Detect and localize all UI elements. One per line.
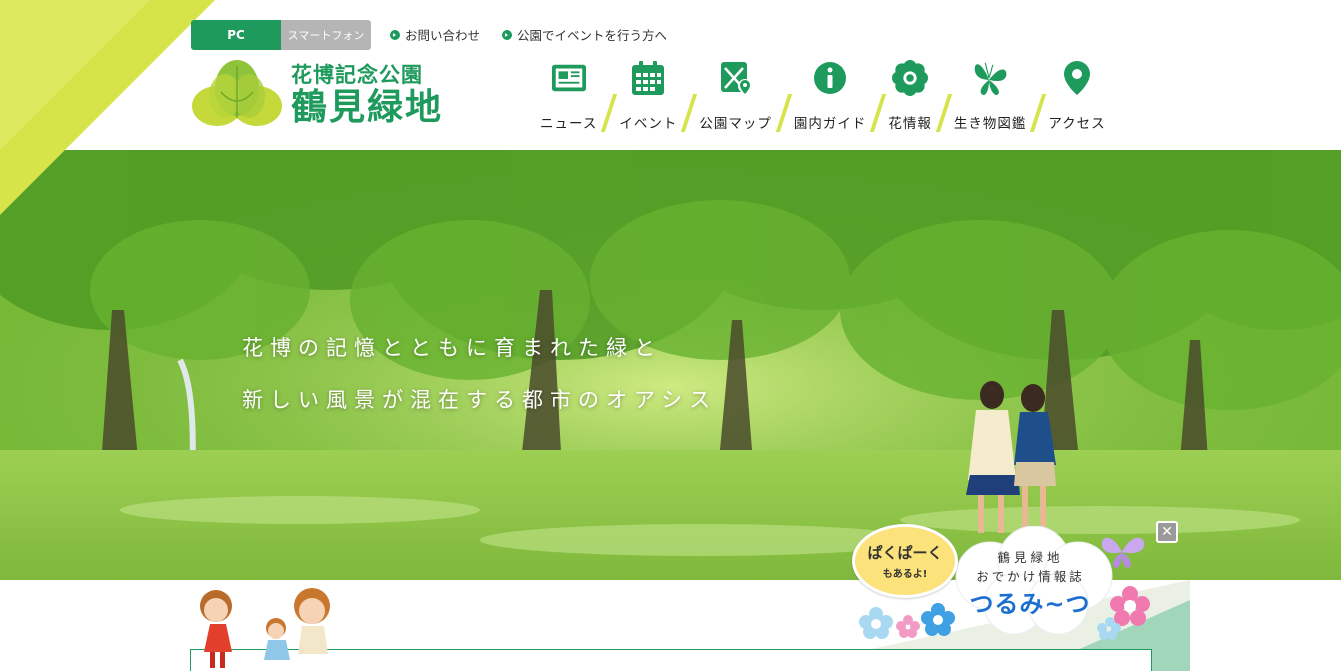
pc-toggle-button[interactable]: PC <box>191 20 281 50</box>
flower-icon <box>892 60 929 96</box>
nav-news-label: ニュース <box>540 116 598 132</box>
smartphone-toggle-button[interactable]: スマートフォン <box>281 20 371 50</box>
nav-separator <box>685 94 691 132</box>
nav-news[interactable]: ニュース <box>540 60 597 132</box>
newspaper-icon <box>551 60 587 96</box>
nav-access[interactable]: アクセス <box>1048 60 1105 132</box>
device-toggle: PC スマートフォン <box>191 20 371 50</box>
nav-flower[interactable]: 花情報 <box>888 60 932 132</box>
page: PC スマートフォン お問い合わせ 公園でイベントを行う方へ 花博記念公園 鶴見… <box>0 0 1341 671</box>
contact-link[interactable]: お問い合わせ <box>390 25 480 44</box>
logo-title: 鶴見緑地 <box>291 85 444 128</box>
event-organizer-link[interactable]: 公園でイベントを行う方へ <box>502 25 667 44</box>
promo-title-line1: 鶴見緑地 <box>997 550 1064 565</box>
nav-event[interactable]: イベント <box>619 60 677 132</box>
pink-flower-decoration-icon <box>1097 586 1150 640</box>
contact-link-label: お問い合わせ <box>405 28 481 43</box>
location-pin-icon <box>1059 60 1095 96</box>
promo-title-line2: おでかけ情報誌 <box>976 569 1085 584</box>
info-icon <box>812 60 848 96</box>
hero-caption-line1: 花博の記憶とともに育まれた緑と <box>242 336 662 360</box>
flower-decoration-icon <box>859 603 955 639</box>
family-illustration <box>200 588 330 668</box>
nav-separator <box>605 94 611 132</box>
promo-speech-bubble: ぱくぱーく もあるよ! <box>852 524 958 598</box>
promo-bubble-title: ぱくぱーく <box>867 544 943 562</box>
global-nav: ニュース イベント 公園マップ 園内ガイド 花情報 生き物図鑑 アクセス <box>540 60 1106 132</box>
nav-separator <box>1034 94 1040 132</box>
arrow-bullet-icon <box>502 29 513 40</box>
top-links: お問い合わせ 公園でイベントを行う方へ <box>390 25 667 44</box>
event-organizer-link-label: 公園でイベントを行う方へ <box>517 28 668 43</box>
map-icon <box>718 60 754 96</box>
site-logo[interactable]: 花博記念公園 鶴見緑地 <box>191 58 443 130</box>
leaf-logo-icon <box>192 60 282 126</box>
promo-bubble-subtitle: もあるよ! <box>882 569 928 580</box>
nav-separator <box>874 94 880 132</box>
hero-caption: 花博の記憶とともに育まれた緑と 新しい風景が混在する都市のオアシス <box>242 322 717 426</box>
nav-guide[interactable]: 園内ガイド <box>794 60 867 132</box>
nav-creatures[interactable]: 生き物図鑑 <box>954 60 1027 132</box>
butterfly-decoration-icon <box>1101 537 1145 568</box>
promo-close-button[interactable]: ✕ <box>1156 521 1178 543</box>
nav-flower-label: 花情報 <box>888 116 932 132</box>
promo-title-main: つるみ~つ <box>969 590 1091 618</box>
logo-subtitle: 花博記念公園 <box>291 61 423 87</box>
nav-guide-label: 園内ガイド <box>793 116 867 132</box>
nav-separator <box>780 94 786 132</box>
arrow-bullet-icon <box>390 29 400 40</box>
nav-creatures-label: 生き物図鑑 <box>953 116 1027 132</box>
hero-caption-line2: 新しい風景が混在する都市のオアシス <box>242 388 718 412</box>
corner-decoration-light <box>0 0 150 150</box>
calendar-icon <box>630 60 666 96</box>
nav-event-label: イベント <box>619 116 678 132</box>
nav-separator <box>940 94 946 132</box>
nav-map-label: 公園マップ <box>699 116 772 132</box>
butterfly-icon <box>972 60 1008 96</box>
nav-map[interactable]: 公園マップ <box>699 60 772 132</box>
nav-access-label: アクセス <box>1048 116 1106 132</box>
site-header: PC スマートフォン お問い合わせ 公園でイベントを行う方へ 花博記念公園 鶴見… <box>0 0 1341 215</box>
